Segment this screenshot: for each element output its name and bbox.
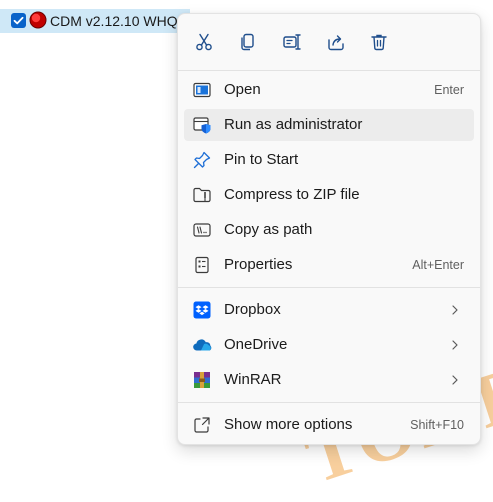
menu-item-label: Run as administrator <box>224 116 363 133</box>
menu-item-label: Open <box>224 81 261 98</box>
share-icon <box>328 35 344 51</box>
menu-item-compress-zip[interactable]: Compress to ZIP file <box>184 179 474 211</box>
menu-item-label: Show more options <box>224 416 353 433</box>
rename-button[interactable] <box>277 27 307 57</box>
menu-item-label: WinRAR <box>224 371 282 388</box>
onedrive-icon <box>192 335 212 355</box>
copy-icon <box>241 33 254 51</box>
show-more-icon <box>192 415 212 435</box>
open-icon <box>192 80 212 100</box>
menu-item-label: OneDrive <box>224 336 288 353</box>
menu-item-shortcut: Alt+Enter <box>412 258 464 272</box>
scissors-icon <box>196 33 212 51</box>
menu-item-open[interactable]: Open Enter <box>184 74 474 106</box>
separator <box>178 70 480 71</box>
file-checkbox[interactable] <box>11 13 26 28</box>
copy-button[interactable] <box>233 27 263 57</box>
menu-item-label: Properties <box>224 256 293 273</box>
rename-icon <box>283 34 301 50</box>
pin-icon <box>192 150 212 170</box>
menu-item-pin-to-start[interactable]: Pin to Start <box>184 144 474 176</box>
selected-file-row[interactable]: CDM v2.12.10 WHQL <box>0 9 190 33</box>
winrar-icon <box>192 370 212 390</box>
separator <box>178 287 480 288</box>
checkmark-icon <box>13 16 24 25</box>
menu-item-properties[interactable]: Properties Alt+Enter <box>184 249 474 281</box>
properties-icon <box>192 255 212 275</box>
zip-folder-icon <box>192 185 212 205</box>
menu-item-show-more-options[interactable]: Show more options Shift+F10 <box>184 409 474 441</box>
menu-item-dropbox[interactable]: Dropbox <box>184 294 474 326</box>
menu-item-onedrive[interactable]: OneDrive <box>184 329 474 361</box>
menu-item-label: Dropbox <box>224 301 281 318</box>
menu-item-label: Compress to ZIP file <box>224 186 360 203</box>
menu-item-label: Pin to Start <box>224 151 299 168</box>
quick-actions-bar <box>178 14 480 70</box>
chevron-right-icon <box>452 340 458 350</box>
menu-item-shortcut: Shift+F10 <box>410 418 464 432</box>
separator <box>178 402 480 403</box>
share-button[interactable] <box>321 27 351 57</box>
menu-item-label: Copy as path <box>224 221 313 238</box>
menu-item-shortcut: Enter <box>434 83 464 97</box>
menu-item-winrar[interactable]: WinRAR <box>184 364 474 396</box>
context-menu: Open Enter Run as administrator Pin to S… <box>177 13 481 445</box>
chevron-right-icon <box>452 375 458 385</box>
copy-path-icon <box>192 220 212 240</box>
chevron-right-icon <box>452 305 458 315</box>
menu-item-run-as-administrator[interactable]: Run as administrator <box>184 109 474 141</box>
cut-button[interactable] <box>189 27 219 57</box>
file-name: CDM v2.12.10 WHQL <box>50 13 186 29</box>
trash-icon <box>371 34 387 51</box>
delete-button[interactable] <box>364 27 394 57</box>
dropbox-icon <box>192 300 212 320</box>
cdm-app-icon <box>29 11 47 29</box>
menu-item-copy-as-path[interactable]: Copy as path <box>184 214 474 246</box>
shield-admin-icon <box>192 115 212 135</box>
